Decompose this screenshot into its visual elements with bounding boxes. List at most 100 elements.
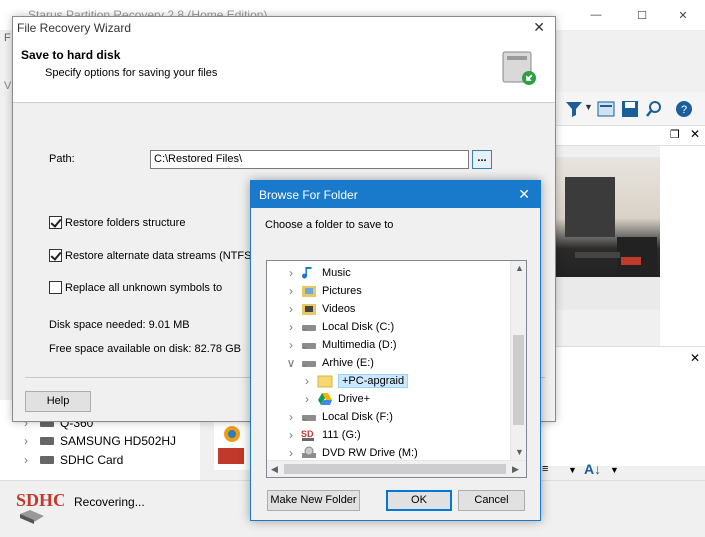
expand-arrow-icon[interactable]: › [286, 284, 296, 298]
tree-item-label: SAMSUNG HD502HJ [60, 434, 177, 448]
scroll-down-icon[interactable]: ▼ [515, 447, 524, 457]
sd-card-icon: SD [301, 428, 317, 442]
option-label: Restore alternate data streams (NTFS) [65, 249, 256, 262]
browse-instruction: Choose a folder to save to [265, 219, 394, 231]
path-input[interactable]: C:\Restored Files\ [150, 150, 469, 169]
drive-icon [301, 320, 317, 334]
option-label: Replace all unknown symbols to [65, 281, 223, 294]
folder-icon [317, 374, 333, 388]
close-button[interactable]: ✕ [660, 0, 705, 30]
music-note-icon [301, 266, 317, 280]
option-restore-folders[interactable]: Restore folders structure [49, 216, 185, 229]
filter-icon[interactable] [564, 99, 584, 119]
folder-tree-item[interactable]: › Multimedia (D:) [286, 336, 397, 354]
expand-arrow-icon[interactable]: › [286, 320, 296, 334]
tree-item-label: SDHC Card [60, 453, 124, 467]
sort-icon[interactable]: A↓ [584, 461, 601, 477]
svg-text:?: ? [681, 104, 687, 116]
collapse-arrow-icon[interactable]: ∨ [286, 356, 296, 370]
drive-icon [301, 410, 317, 424]
folder-tree-item[interactable]: › Local Disk (C:) [286, 318, 394, 336]
menu-letter-f[interactable]: F [4, 32, 11, 44]
help-icon[interactable]: ? [674, 99, 694, 119]
expand-arrow-icon[interactable]: › [302, 392, 312, 406]
expand-arrow-icon[interactable]: › [24, 434, 34, 448]
google-drive-icon [317, 392, 333, 406]
wizard-close-button[interactable]: ✕ [533, 19, 545, 36]
vertical-scroll-thumb[interactable] [513, 335, 524, 425]
wizard-subheading: Specify options for saving your files [45, 67, 218, 79]
lower-panel: ✕ [540, 346, 705, 466]
preview-header: ❐ ✕ [540, 126, 705, 146]
folder-tree-label: Local Disk (F:) [322, 411, 393, 423]
preview-pane-icon[interactable] [596, 99, 616, 119]
status-text: Recovering... [74, 495, 145, 509]
browse-close-button[interactable]: ✕ [518, 186, 530, 203]
preview-image [555, 157, 660, 310]
option-restore-ads[interactable]: Restore alternate data streams (NTFS) [49, 249, 255, 262]
expand-arrow-icon[interactable]: › [24, 453, 34, 467]
checkbox-restore-folders[interactable] [49, 216, 62, 229]
search-icon[interactable] [644, 99, 664, 119]
folder-tree-item[interactable]: › Local Disk (F:) [286, 408, 393, 426]
preview-close-icon[interactable]: ✕ [690, 127, 700, 141]
folder-tree[interactable]: › Music › Pictures › Videos › Local Disk (C:) › M… [266, 260, 527, 478]
browse-button[interactable]: ... [472, 150, 492, 169]
folder-tree-label: DVD RW Drive (M:) [322, 447, 418, 459]
horizontal-scrollbar[interactable]: ◀ ▶ [267, 460, 526, 477]
tree-item[interactable]: › SAMSUNG HD502HJ [24, 432, 176, 450]
expand-arrow-icon[interactable]: › [286, 338, 296, 352]
ok-button[interactable]: OK [386, 490, 452, 511]
save-icon[interactable] [620, 99, 640, 119]
minimize-button[interactable]: — [573, 0, 619, 30]
expand-arrow-icon[interactable]: › [286, 428, 296, 442]
folder-tree-item[interactable]: › Drive+ [302, 390, 370, 408]
undock-icon[interactable]: ❐ [670, 128, 680, 141]
recovery-mascot-icon [214, 420, 254, 470]
folder-tree-item[interactable]: › SD 111 (G:) [286, 426, 361, 444]
cancel-button[interactable]: Cancel [458, 490, 525, 511]
horizontal-scroll-thumb[interactable] [284, 464, 506, 474]
scroll-left-icon[interactable]: ◀ [271, 464, 278, 475]
view-dropdown-icon[interactable]: ▼ [568, 465, 577, 475]
view-mode-icon[interactable]: ≡ [542, 463, 548, 475]
folder-tree-item[interactable]: › +PC-apgraid [302, 372, 409, 390]
bottom-toolbar: ≡ ▼ A↓ ▼ [540, 461, 705, 481]
expand-arrow-icon[interactable]: › [286, 302, 296, 316]
folder-tree-item[interactable]: › Videos [286, 300, 355, 318]
checkbox-replace-symbols[interactable] [49, 281, 62, 294]
videos-folder-icon [301, 302, 317, 316]
sort-dropdown-icon[interactable]: ▼ [610, 465, 619, 475]
drive-icon [301, 356, 317, 370]
folder-tree-label: Local Disk (C:) [322, 321, 395, 333]
folder-tree-label: Pictures [322, 285, 362, 297]
dvd-drive-icon [301, 446, 317, 460]
browse-title: Browse For Folder [259, 188, 358, 202]
expand-arrow-icon[interactable]: › [286, 266, 296, 280]
lower-panel-close-icon[interactable]: ✕ [690, 351, 700, 365]
scroll-right-icon[interactable]: ▶ [512, 464, 519, 475]
expand-arrow-icon[interactable]: › [286, 446, 296, 460]
expand-arrow-icon[interactable]: › [286, 410, 296, 424]
menu-letter-v[interactable]: V [4, 80, 11, 92]
folder-tree-item[interactable]: ∨ Arhive (E:) [286, 354, 374, 372]
tree-item[interactable]: › SDHC Card [24, 451, 123, 469]
drive-icon [40, 456, 54, 464]
path-label: Path: [49, 153, 75, 165]
option-label: Restore folders structure [65, 216, 186, 229]
disk-space-free: Free space available on disk: 82.78 GB [49, 343, 242, 355]
maximize-button[interactable]: ☐ [619, 0, 665, 30]
checkbox-restore-ads[interactable] [49, 249, 62, 262]
option-replace-symbols[interactable]: Replace all unknown symbols to [49, 281, 222, 294]
scroll-up-icon[interactable]: ▲ [515, 263, 524, 273]
make-new-folder-button[interactable]: Make New Folder [267, 490, 360, 511]
hard-disk-save-icon [502, 51, 536, 85]
folder-tree-item[interactable]: › Pictures [286, 282, 362, 300]
expand-arrow-icon[interactable]: › [302, 374, 312, 388]
help-button[interactable]: Help [25, 391, 91, 412]
vertical-scrollbar[interactable]: ▲ ▼ [510, 261, 526, 461]
svg-text:SD: SD [301, 429, 314, 439]
folder-tree-item[interactable]: › Music [286, 264, 351, 282]
folder-tree-label: Arhive (E:) [322, 357, 374, 369]
pictures-folder-icon [301, 284, 317, 298]
